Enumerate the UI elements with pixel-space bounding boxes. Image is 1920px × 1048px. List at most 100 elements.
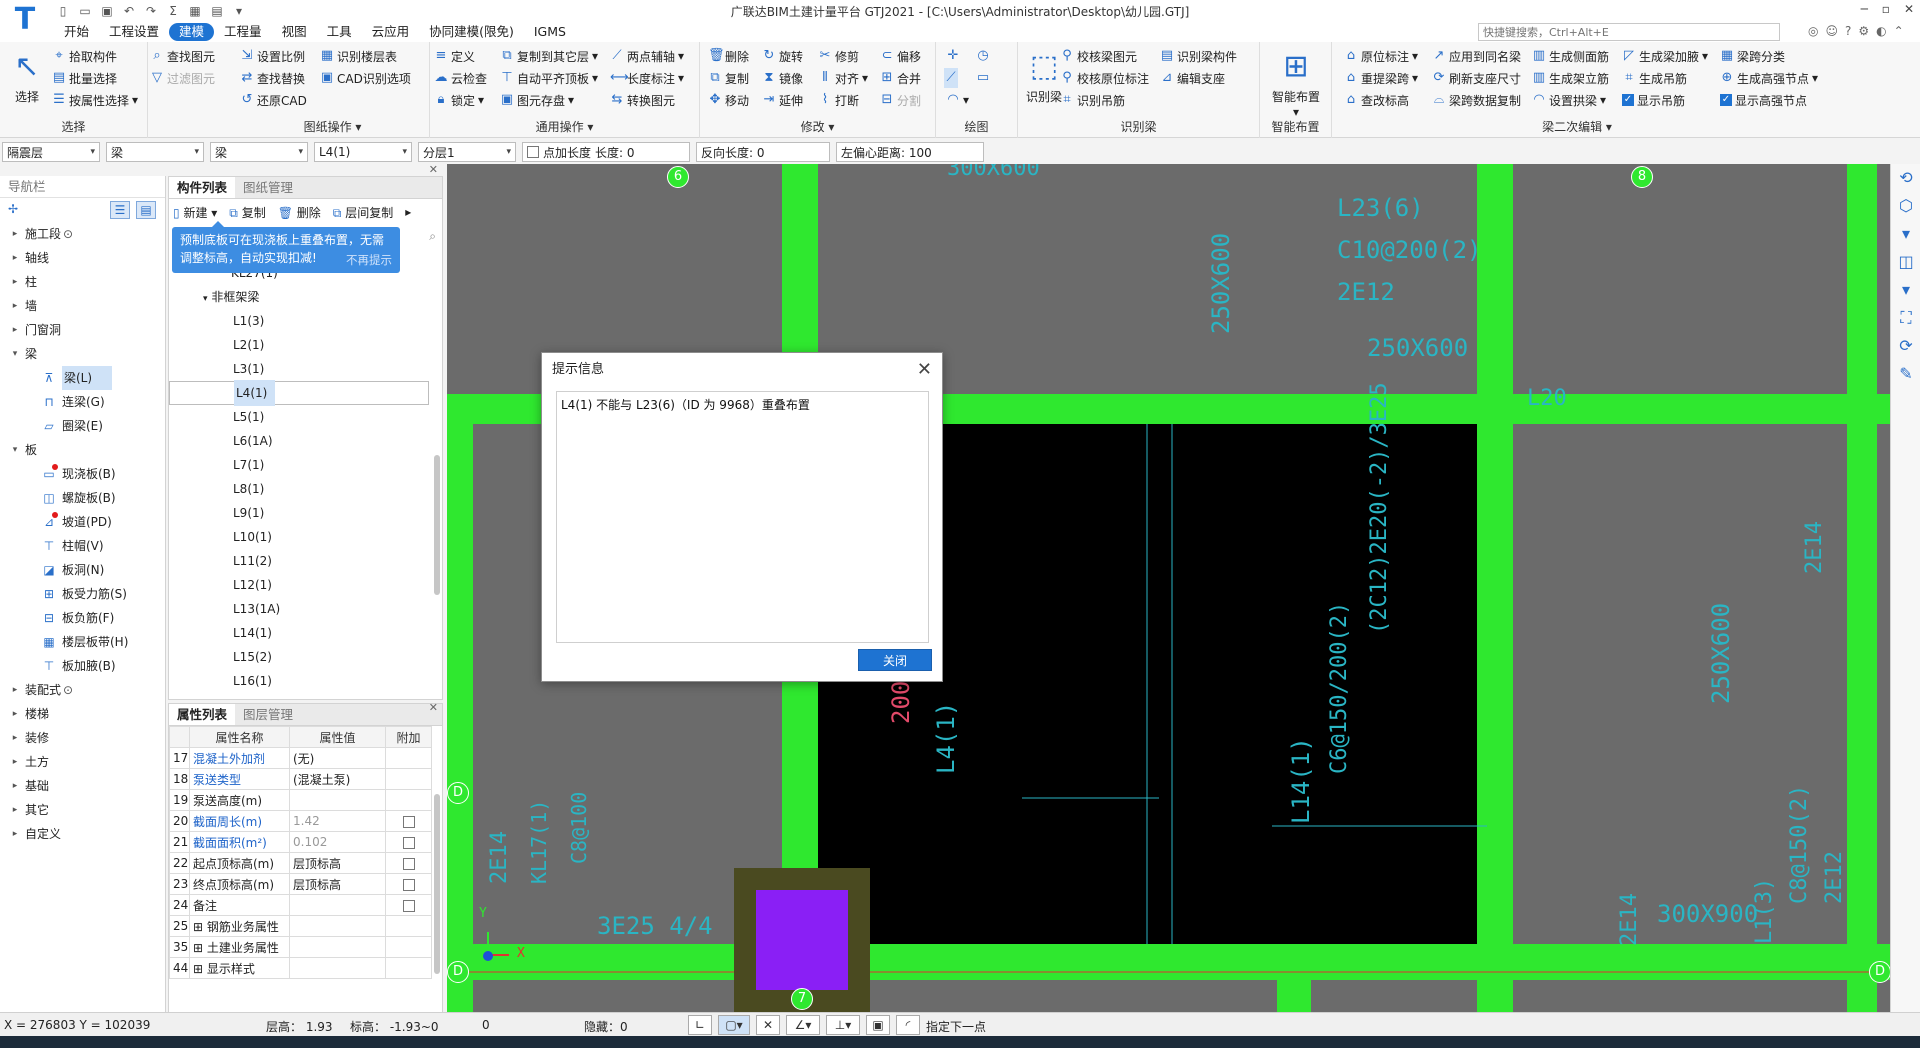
expand-icon[interactable]: ⌃ bbox=[1894, 24, 1904, 38]
detail-view-icon[interactable]: ▤ bbox=[136, 201, 156, 219]
smile-icon[interactable]: ☺ bbox=[1825, 24, 1838, 38]
nav-item[interactable]: ⊞ 板受力筋(S) bbox=[0, 582, 165, 606]
close-window-button[interactable]: ✕ bbox=[1904, 2, 1914, 16]
in-place-annotation-button[interactable]: ⌂ 原位标注 ▾ bbox=[1344, 46, 1418, 66]
table-row[interactable]: 35 ⊞ 土建业务属性 bbox=[169, 936, 432, 958]
align-tool-button[interactable]: ⫴ 对齐 ▾ bbox=[818, 68, 868, 88]
property-value[interactable] bbox=[289, 789, 386, 811]
show-high-strength-checkbox[interactable]: ✓ 显示高强节点 bbox=[1720, 90, 1807, 110]
tree-group-non-frame-beam[interactable]: ▾ 非框架梁 bbox=[169, 285, 429, 309]
nav-item[interactable]: ◫ 螺旋板(B) bbox=[0, 486, 165, 510]
skin-icon[interactable]: ◐ bbox=[1876, 24, 1886, 38]
search-icon[interactable]: ⌕ bbox=[429, 229, 436, 244]
sum-icon[interactable]: Σ bbox=[164, 4, 182, 18]
gen-hanger-button[interactable]: ⌗ 生成吊筋 bbox=[1622, 68, 1687, 88]
save-icon[interactable]: ▣ bbox=[98, 4, 116, 18]
reverse-length-field[interactable]: 反向长度: 0 bbox=[696, 142, 830, 162]
set-scale-button[interactable]: ⇲ 设置比例 bbox=[240, 46, 305, 66]
beam-secondary-caption[interactable]: 梁二次编辑 ▾ bbox=[1332, 118, 1822, 135]
help-icon[interactable]: ? bbox=[1845, 24, 1851, 38]
property-value[interactable]: 0.102 bbox=[289, 831, 386, 853]
attach-checkbox[interactable] bbox=[402, 878, 415, 891]
dim-icon[interactable]: ⊥▾ bbox=[826, 1015, 860, 1035]
tree-item[interactable]: L12(1) bbox=[169, 573, 429, 597]
delete-tool-button[interactable]: 🗑︎ 删除 bbox=[708, 46, 749, 66]
new-file-icon[interactable]: ▯ bbox=[54, 4, 72, 18]
table-row[interactable]: 22 起点顶标高(m) 层顶标高 bbox=[169, 852, 432, 874]
expand-icon[interactable]: ▸ bbox=[10, 750, 20, 774]
settings-icon[interactable]: ⚙ bbox=[1858, 24, 1869, 38]
nav-item[interactable]: ⊤ 柱帽(V) bbox=[0, 534, 165, 558]
cloud-check-button[interactable]: ☁ 云检查 bbox=[434, 68, 488, 88]
nav-item[interactable]: ▦ 楼层板带(H) bbox=[0, 630, 165, 654]
add-length-checkbox[interactable] bbox=[527, 146, 539, 158]
attach-checkbox[interactable] bbox=[402, 815, 415, 828]
nav-item[interactable]: ⊼ 梁(L) bbox=[0, 366, 165, 390]
table-row[interactable]: 25 ⊞ 钢筋业务属性 bbox=[169, 915, 432, 937]
select-tool-button[interactable]: ↖ 选择 bbox=[8, 46, 46, 105]
property-value[interactable] bbox=[289, 915, 386, 937]
property-value[interactable]: 1.42 bbox=[289, 810, 386, 832]
axis-bubble[interactable]: 7 bbox=[791, 988, 813, 1010]
tree-item[interactable]: L14(1) bbox=[169, 621, 429, 645]
expand-icon[interactable]: ▸ bbox=[10, 270, 20, 294]
nav-item[interactable]: ⊟ 板负筋(F) bbox=[0, 606, 165, 630]
gen-haunch-button[interactable]: ◸ 生成梁加腋 ▾ bbox=[1622, 46, 1708, 66]
copy-component-button[interactable]: ⧉ 复制 bbox=[229, 204, 265, 221]
move-tool-button[interactable]: ✥ 移动 bbox=[708, 90, 749, 110]
axis-bubble[interactable]: 6 bbox=[667, 166, 689, 188]
menu-1[interactable]: 工程设置 bbox=[99, 23, 169, 41]
tree-item[interactable]: L13(1A) bbox=[169, 597, 429, 621]
expand-icon[interactable]: ⊞ bbox=[193, 962, 207, 976]
grid-icon[interactable]: ▦ bbox=[186, 4, 204, 18]
pin-icon[interactable]: ✢ bbox=[8, 202, 18, 216]
select-by-property-button[interactable]: ☰ 按属性选择 ▾ bbox=[52, 90, 138, 110]
snap-icon[interactable]: ▢▾ bbox=[718, 1015, 750, 1035]
clock-draw-button[interactable]: ◷ bbox=[976, 46, 990, 66]
type-select[interactable]: 梁 ▾ bbox=[210, 142, 308, 162]
rect-draw-button[interactable]: ▭ bbox=[976, 68, 990, 88]
collapse-icon[interactable]: ▾ bbox=[10, 342, 20, 366]
nav-category[interactable]: ▸ 装配式 ⊙ bbox=[0, 678, 165, 702]
span-classify-button[interactable]: ▦ 梁跨分类 bbox=[1720, 46, 1785, 66]
gen-erection-rebar-button[interactable]: ▥ 生成架立筋 bbox=[1532, 68, 1609, 88]
tree-item[interactable]: L2(1) bbox=[169, 333, 429, 357]
delete-component-button[interactable]: 🗑︎ 删除 bbox=[278, 204, 321, 221]
dialog-close-button[interactable]: 关闭 bbox=[858, 649, 932, 671]
nav-category[interactable]: ▸ 柱 bbox=[0, 270, 165, 294]
modify-caption[interactable]: 修改 ▾ bbox=[700, 118, 935, 135]
property-value[interactable]: 层顶标高 bbox=[289, 873, 386, 895]
restore-button[interactable]: ▫ bbox=[1882, 2, 1890, 16]
view-dropdown-icon[interactable]: ▾ bbox=[1891, 276, 1920, 304]
curve-icon[interactable]: ◜ bbox=[896, 1015, 920, 1035]
mirror-tool-button[interactable]: ⧗ 镜像 bbox=[762, 68, 803, 88]
expand-icon[interactable]: ▸ bbox=[10, 702, 20, 726]
check-elevation-button[interactable]: ⌂ 查改标高 bbox=[1344, 90, 1409, 110]
tab-layer-management[interactable]: 图层管理 bbox=[235, 704, 301, 725]
tab-component-list[interactable]: 构件列表 bbox=[169, 177, 236, 198]
tree-item[interactable]: L16(1) bbox=[169, 669, 429, 693]
orbit-icon[interactable]: ⟲ bbox=[1891, 164, 1920, 192]
attach-checkbox[interactable] bbox=[402, 899, 415, 912]
re-extract-span-button[interactable]: ⌂ 重提梁跨 ▾ bbox=[1344, 68, 1418, 88]
rotate-tool-button[interactable]: ↻ 旋转 bbox=[762, 46, 803, 66]
nav-category[interactable]: ▸ 轴线 bbox=[0, 246, 165, 270]
menu-4[interactable]: 视图 bbox=[272, 23, 317, 41]
layer-select[interactable]: 分层1 ▾ bbox=[418, 142, 516, 162]
copy-to-other-floor-button[interactable]: ⧉ 复制到其它层 ▾ bbox=[500, 46, 598, 66]
tab-property-list[interactable]: 属性列表 bbox=[169, 704, 236, 725]
cube-icon[interactable]: ◫ bbox=[1891, 248, 1920, 276]
restore-cad-button[interactable]: ↺ 还原CAD bbox=[240, 90, 307, 110]
length-dimension-button[interactable]: ⟷ 长度标注 ▾ bbox=[610, 68, 684, 88]
table-row[interactable]: 19 泵送高度(m) bbox=[169, 789, 432, 811]
check-annotation-button[interactable]: ⚲ 校核原位标注 bbox=[1060, 68, 1149, 88]
nav-item[interactable]: ⊤ 板加腋(B) bbox=[0, 654, 165, 678]
copy-tool-button[interactable]: ⧉ 复制 bbox=[708, 68, 749, 88]
axis-bubble[interactable]: 8 bbox=[1631, 166, 1653, 188]
menu-7[interactable]: 协同建模(限免) bbox=[419, 23, 524, 41]
nav-category[interactable]: ▸ 门窗洞 bbox=[0, 318, 165, 342]
user-icon[interactable]: ◎ bbox=[1808, 24, 1818, 38]
nav-category[interactable]: ▸ 其它 bbox=[0, 798, 165, 822]
expand-icon[interactable]: ▸ bbox=[10, 822, 20, 846]
table-row[interactable]: 44 ⊞ 显示样式 bbox=[169, 957, 432, 979]
